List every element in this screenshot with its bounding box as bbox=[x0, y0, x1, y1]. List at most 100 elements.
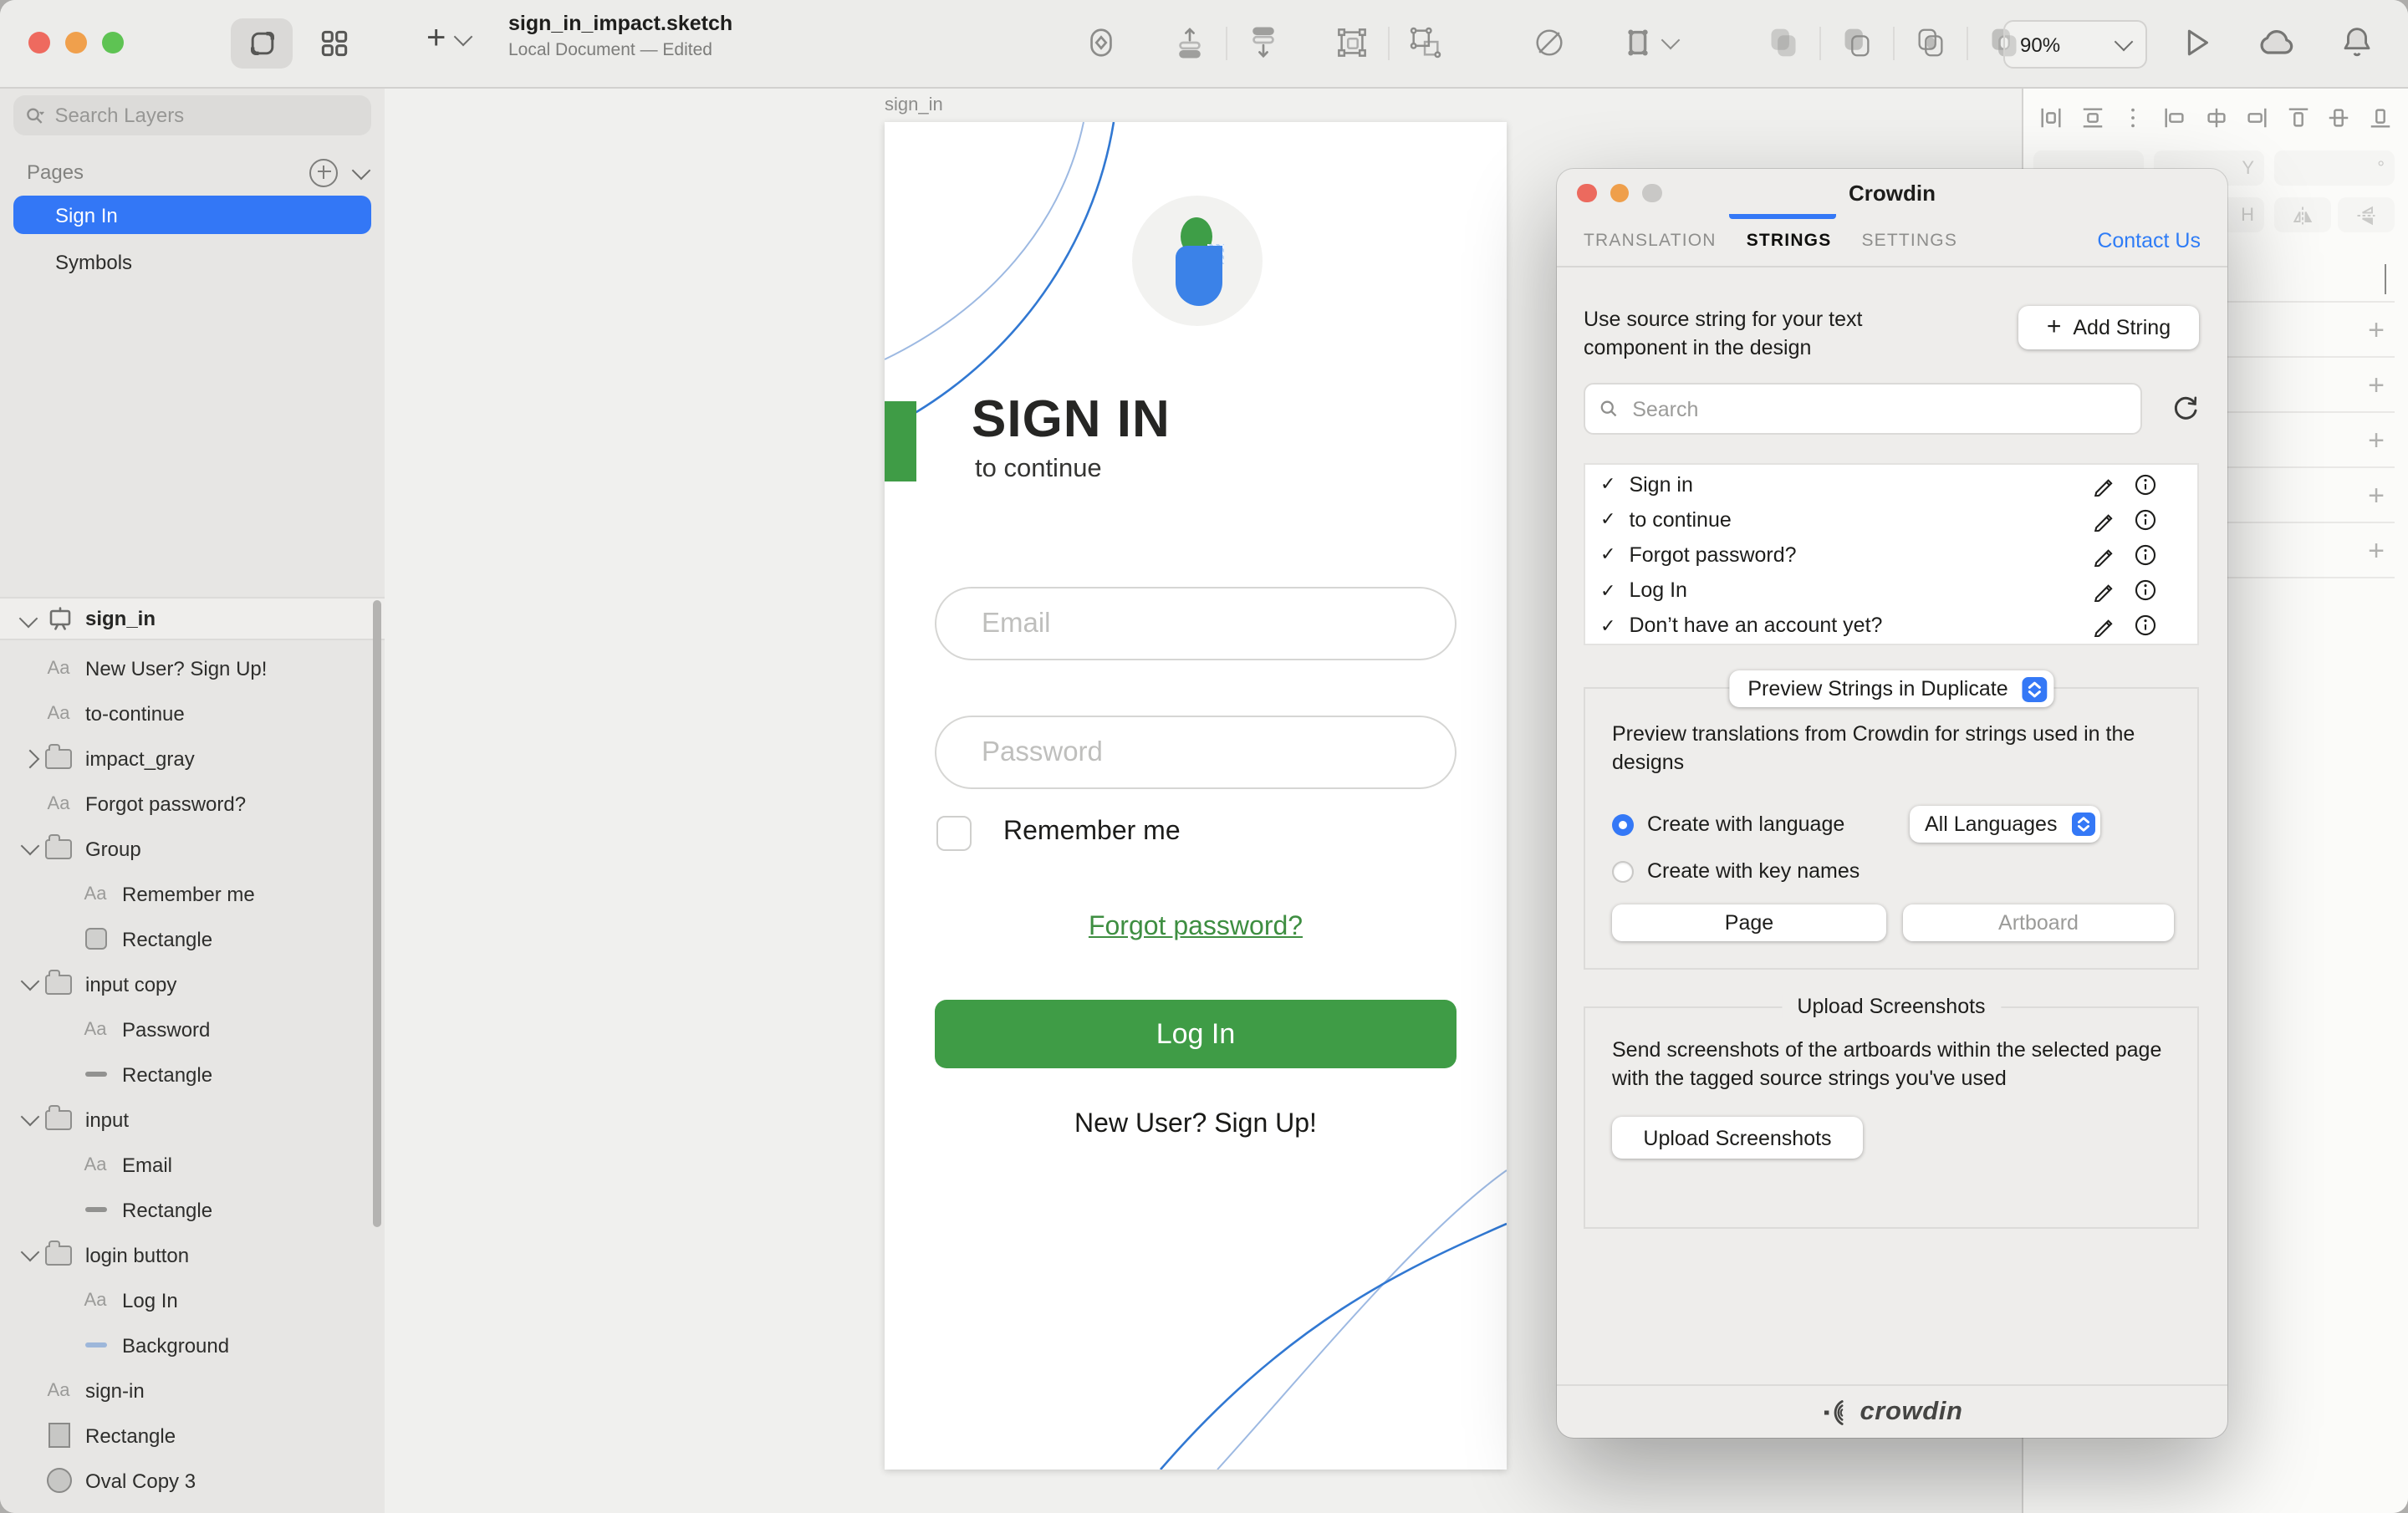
ungroup-icon[interactable] bbox=[1408, 25, 1443, 60]
page-item-symbols[interactable]: Symbols bbox=[13, 242, 371, 281]
crowdin-titlebar[interactable]: Crowdin bbox=[1557, 169, 2227, 216]
group-icon[interactable] bbox=[1334, 25, 1370, 60]
add-style-button[interactable]: + bbox=[2368, 536, 2385, 564]
layer-row[interactable]: Group bbox=[0, 826, 385, 871]
info-icon[interactable] bbox=[2134, 578, 2157, 602]
artboard-sign-in[interactable]: SIGN IN to continue Email Password Remem… bbox=[885, 122, 1507, 1470]
info-icon[interactable] bbox=[2134, 614, 2157, 638]
create-with-language-option[interactable]: Create with language bbox=[1612, 813, 1844, 836]
brand-logo[interactable] bbox=[1132, 196, 1263, 326]
edit-pencil-icon[interactable] bbox=[2092, 614, 2115, 638]
edit-pencil-icon[interactable] bbox=[2092, 472, 2115, 496]
layer-row[interactable]: AaLog In bbox=[0, 1277, 385, 1322]
language-select[interactable]: All Languages bbox=[1910, 806, 2100, 843]
insert-shape-icon[interactable] bbox=[1084, 25, 1119, 60]
add-style-button[interactable]: + bbox=[2368, 370, 2385, 399]
collapse-chevron-icon[interactable] bbox=[21, 1243, 40, 1262]
align-top-icon[interactable] bbox=[2286, 105, 2311, 130]
fullscreen-window-button[interactable] bbox=[102, 32, 124, 53]
align-right-icon[interactable] bbox=[2244, 105, 2269, 130]
boolean-union-icon[interactable] bbox=[1766, 25, 1801, 60]
layer-row[interactable]: Rectangle bbox=[0, 1413, 385, 1458]
document-title-block[interactable]: sign_in_impact.sketch Local Document — E… bbox=[508, 13, 732, 59]
layer-row[interactable]: input bbox=[0, 1097, 385, 1142]
forgot-password-link[interactable]: Forgot password? bbox=[885, 913, 1507, 943]
remember-me-checkbox[interactable] bbox=[936, 816, 972, 851]
string-row[interactable]: ✓ Don’t have an account yet? bbox=[1585, 609, 2197, 644]
insert-menu-button[interactable] bbox=[426, 22, 469, 57]
layer-row[interactable]: AaForgot password? bbox=[0, 781, 385, 826]
distribute-vertically-icon[interactable] bbox=[2079, 105, 2104, 130]
tab-strings[interactable]: STRINGS bbox=[1747, 231, 1832, 251]
log-in-button[interactable]: Log In bbox=[935, 1000, 1457, 1068]
layer-row[interactable]: Oval Copy 3 bbox=[0, 1458, 385, 1503]
send-backward-icon[interactable] bbox=[1246, 25, 1281, 60]
layer-row[interactable]: Rectangle bbox=[0, 1187, 385, 1232]
artboard-group-row[interactable]: sign_in bbox=[0, 597, 385, 640]
boolean-subtract-icon[interactable] bbox=[1839, 25, 1875, 60]
layer-row[interactable]: Rectangle bbox=[0, 1052, 385, 1097]
preview-strings-dropdown[interactable]: Preview Strings in Duplicate bbox=[1729, 670, 2053, 707]
pages-collapse-chevron-icon[interactable] bbox=[352, 160, 371, 180]
layer-row[interactable]: login button bbox=[0, 1232, 385, 1277]
password-field[interactable]: Password bbox=[935, 716, 1457, 789]
edit-pencil-icon[interactable] bbox=[2092, 578, 2115, 602]
to-continue-subheading[interactable]: to continue bbox=[975, 455, 1102, 485]
string-search-field[interactable] bbox=[1584, 383, 2142, 435]
page-button[interactable]: Page bbox=[1612, 904, 1886, 941]
preview-play-button[interactable] bbox=[2177, 23, 2216, 62]
layer-row[interactable]: Aasign-in bbox=[0, 1368, 385, 1413]
tab-settings[interactable]: SETTINGS bbox=[1861, 231, 1957, 251]
boolean-intersect-icon[interactable] bbox=[1913, 25, 1948, 60]
rotate-icon[interactable] bbox=[1532, 25, 1567, 60]
zoom-level-select[interactable]: 90% bbox=[2003, 20, 2147, 69]
string-row[interactable]: ✓ Sign in bbox=[1585, 466, 2197, 502]
radio-unselected-icon[interactable] bbox=[1612, 860, 1634, 882]
add-page-button[interactable] bbox=[309, 158, 338, 186]
edit-pencil-icon[interactable] bbox=[2092, 508, 2115, 532]
expand-chevron-icon[interactable] bbox=[21, 749, 40, 768]
layer-row[interactable]: Aato-continue bbox=[0, 690, 385, 736]
edit-pencil-icon[interactable] bbox=[2092, 543, 2115, 567]
collapse-chevron-icon[interactable] bbox=[21, 972, 40, 991]
layer-row[interactable]: input copy bbox=[0, 961, 385, 1006]
email-field[interactable]: Email bbox=[935, 587, 1457, 660]
artboard-title[interactable]: sign_in bbox=[885, 95, 943, 115]
string-row[interactable]: ✓ Log In bbox=[1585, 573, 2197, 608]
string-search-input[interactable] bbox=[1629, 395, 2127, 422]
string-row[interactable]: ✓ Forgot password? bbox=[1585, 537, 2197, 573]
layer-row[interactable]: AaRemember me bbox=[0, 871, 385, 916]
collapse-chevron-icon[interactable] bbox=[21, 837, 40, 856]
cloud-sync-button[interactable] bbox=[2256, 23, 2296, 64]
bring-forward-icon[interactable] bbox=[1172, 25, 1207, 60]
sidebar-scrollbar[interactable] bbox=[373, 600, 381, 1227]
contact-us-link[interactable]: Contact Us bbox=[2097, 229, 2201, 252]
section-collapse-chevron-icon[interactable] bbox=[2385, 264, 2386, 294]
grid-view-toggle[interactable] bbox=[303, 18, 365, 69]
collapse-chevron-icon[interactable] bbox=[19, 609, 38, 629]
radio-selected-icon[interactable] bbox=[1612, 813, 1634, 835]
sign-in-heading[interactable]: SIGN IN bbox=[972, 390, 1171, 450]
layer-row[interactable]: Rectangle bbox=[0, 916, 385, 961]
distribute-horizontally-icon[interactable] bbox=[2038, 105, 2064, 130]
layer-row[interactable]: AaNew User? Sign Up! bbox=[0, 645, 385, 690]
page-item-sign-in[interactable]: Sign In bbox=[13, 196, 371, 234]
upload-screenshots-button[interactable]: Upload Screenshots bbox=[1612, 1117, 1863, 1159]
collapse-chevron-icon[interactable] bbox=[21, 1108, 40, 1127]
layer-row[interactable]: AaPassword bbox=[0, 1006, 385, 1052]
add-string-button[interactable]: Add String bbox=[2018, 306, 2199, 349]
create-with-key-names-option[interactable]: Create with key names bbox=[1612, 859, 1860, 883]
align-bottom-icon[interactable] bbox=[2368, 105, 2393, 130]
string-row[interactable]: ✓ to continue bbox=[1585, 502, 2197, 537]
search-layers-field[interactable] bbox=[13, 95, 371, 135]
layer-row[interactable]: impact_gray bbox=[0, 736, 385, 781]
notifications-button[interactable] bbox=[2338, 23, 2376, 62]
add-style-button[interactable]: + bbox=[2368, 315, 2385, 344]
info-icon[interactable] bbox=[2134, 543, 2157, 567]
add-style-button[interactable]: + bbox=[2368, 425, 2385, 454]
minimize-window-button[interactable] bbox=[1610, 183, 1629, 202]
artboard-button[interactable]: Artboard bbox=[1903, 904, 2174, 941]
layer-row[interactable]: AaEmail bbox=[0, 1142, 385, 1187]
info-icon[interactable] bbox=[2134, 472, 2157, 496]
tab-translation[interactable]: TRANSLATION bbox=[1584, 231, 1717, 251]
